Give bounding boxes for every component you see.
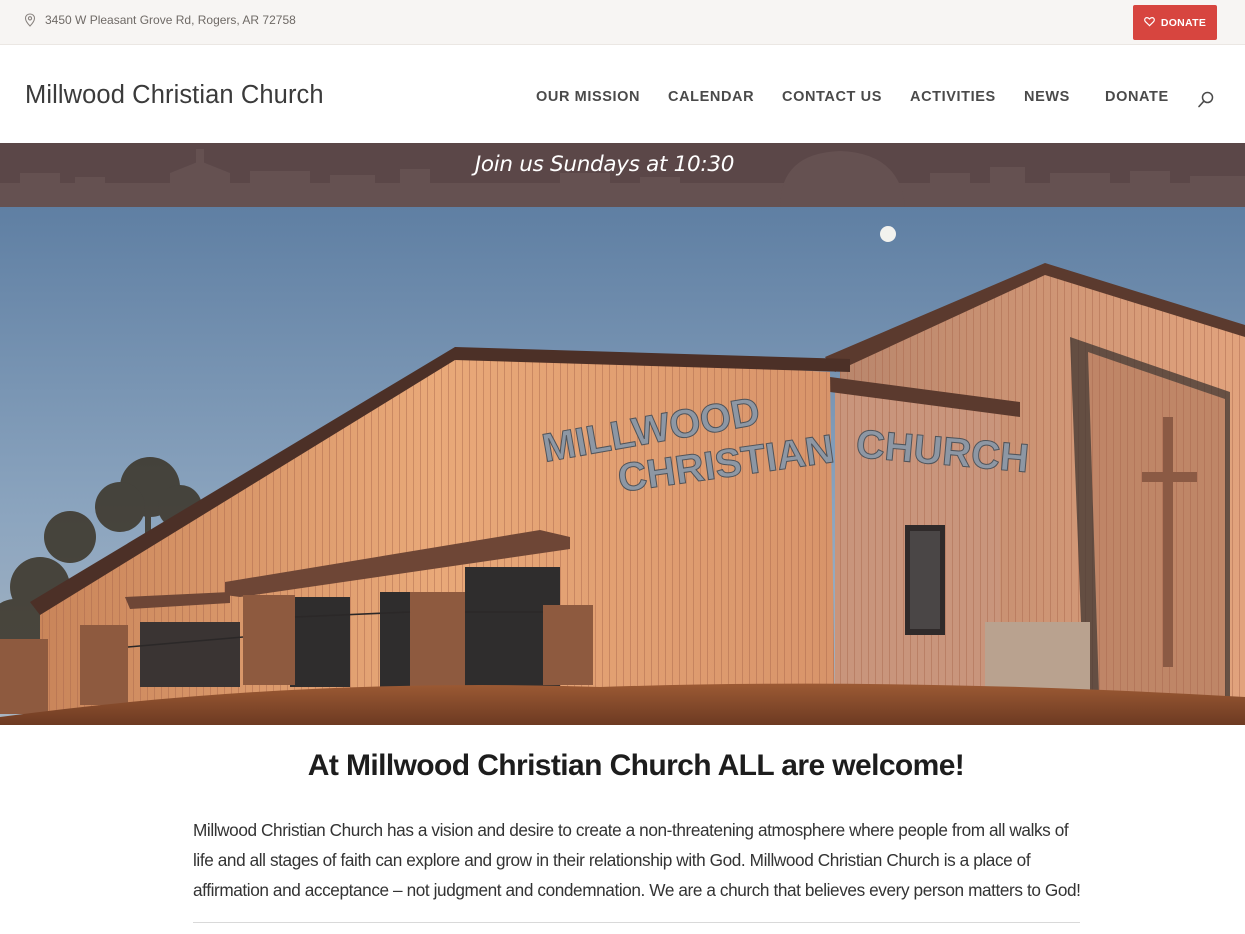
main-nav: OUR MISSION CALENDAR CONTACT US ACTIVITI… [0, 89, 1245, 109]
nav-donate[interactable]: DONATE [1105, 89, 1169, 105]
church-building-photo: MILLWOOD CHRISTIAN CHURCH [0, 207, 1245, 725]
address: 3450 W Pleasant Grove Rd, Rogers, AR 727… [24, 13, 296, 27]
search-icon[interactable] [1197, 90, 1215, 108]
nav-our-mission[interactable]: OUR MISSION [536, 89, 640, 105]
nav-calendar[interactable]: CALENDAR [668, 89, 754, 105]
announcement-band: Join us Sundays at 10:30 [0, 143, 1245, 207]
nav-activities[interactable]: ACTIVITIES [910, 89, 996, 105]
top-bar: 3450 W Pleasant Grove Rd, Rogers, AR 727… [0, 0, 1245, 45]
nav-news[interactable]: NEWS [1024, 89, 1070, 105]
content-divider [193, 922, 1080, 923]
welcome-headline: At Millwood Christian Church ALL are wel… [307, 749, 965, 782]
nav-contact-us[interactable]: CONTACT US [782, 89, 882, 105]
address-text: 3450 W Pleasant Grove Rd, Rogers, AR 727… [45, 13, 296, 27]
welcome-paragraph: Millwood Christian Church has a vision a… [193, 820, 1081, 900]
hero-image: MILLWOOD CHRISTIAN CHURCH [0, 207, 1245, 725]
service-time-banner: Join us Sundays at 10:30 [474, 152, 735, 177]
site-header: Millwood Christian Church OUR MISSION CA… [0, 45, 1245, 143]
donate-button-label: DONATE [1160, 16, 1207, 29]
heart-icon [1143, 16, 1155, 30]
map-pin-icon [24, 13, 36, 27]
donate-button[interactable]: DONATE [1133, 5, 1217, 40]
